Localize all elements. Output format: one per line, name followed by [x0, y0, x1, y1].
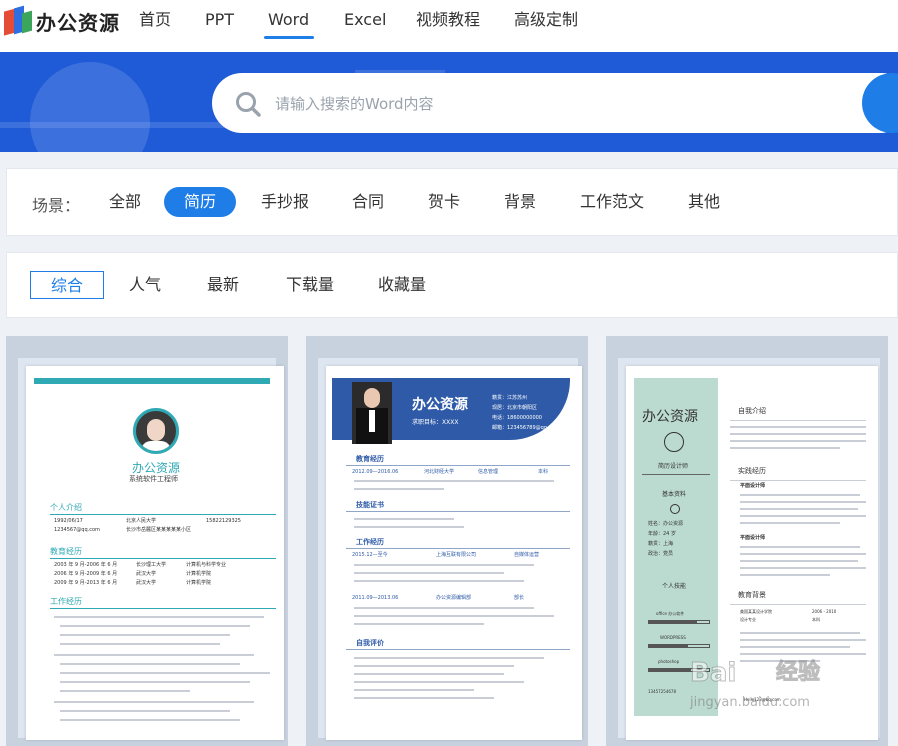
info-item: 1992/06/17 [54, 518, 83, 524]
resume-name: 办公资源 [642, 409, 698, 425]
section-title: 技能证书 [356, 501, 384, 509]
work-role: 部长 [514, 595, 525, 601]
scene-background[interactable]: 背景 [496, 187, 544, 217]
sort-downloads[interactable]: 下载量 [280, 271, 340, 299]
work-period: 2011.09—2013.06 [352, 595, 399, 601]
search-input[interactable] [275, 91, 835, 117]
avatar [133, 408, 179, 454]
section-title: 自我评价 [356, 639, 384, 647]
experience-title: 平面设计师 [740, 535, 766, 541]
edu-period: 2003 年 9 月-2006 年 6 月 [54, 562, 118, 568]
resume-preview: 办公资源 求职目标：XXXX 籍贯：江苏苏州 现居：北京市朝阳区 电话：1860… [326, 366, 582, 740]
job-goal: 求职目标：XXXX [412, 419, 459, 426]
basic-info: 政治：党员 [648, 551, 674, 557]
resume-name: 办公资源 [412, 397, 468, 413]
edu-school: 武汉大学 [136, 580, 157, 586]
section-title: 自我介绍 [738, 407, 766, 415]
scene-label: 场景： [32, 196, 81, 215]
edu-major: 计算机学院 [186, 580, 212, 586]
edu-period: 2012.09—2016.06 [352, 469, 399, 475]
section-title: 工作经历 [356, 538, 384, 546]
section-title: 个人介绍 [50, 503, 82, 512]
scene-all[interactable]: 全部 [100, 187, 150, 217]
scene-resume[interactable]: 简历 [164, 187, 236, 217]
edu-period: 2006 - 2010 [812, 609, 837, 614]
template-card[interactable]: 办公资源 系统软件工程师 个人介绍 1992/06/17 1234567@qq.… [6, 336, 288, 746]
nav-ppt[interactable]: PPT [205, 8, 234, 32]
sort-newest[interactable]: 最新 [202, 271, 244, 299]
monogram-icon [664, 432, 684, 452]
section-title: 工作经历 [50, 597, 82, 606]
skill-label: WORDPRESS [660, 635, 686, 640]
section-title: 教育经历 [356, 455, 384, 463]
edu-major: 计算机学院 [186, 571, 212, 577]
basic-info: 姓名：办公资源 [648, 521, 684, 527]
scene-handwritten-paper[interactable]: 手抄报 [254, 187, 316, 217]
watermark-text: Bai [689, 658, 737, 688]
basic-info: 籍贯：上海 [648, 541, 674, 547]
phone: 13457254678 [648, 689, 676, 694]
edu-school: 长沙理工大学 [136, 562, 167, 568]
sort-favorites[interactable]: 收藏量 [372, 271, 432, 299]
photo [352, 382, 392, 444]
nav-home[interactable]: 首页 [139, 8, 171, 32]
experience-title: 平面设计师 [740, 483, 766, 489]
work-company: 上海互联有限公司 [436, 552, 477, 558]
edu-degree: 本科 [812, 617, 820, 622]
nav-video-tutorials[interactable]: 视频教程 [416, 8, 480, 32]
section-title: 个人技能 [662, 583, 687, 590]
contact-item: 邮箱：123456789@qq.com [492, 425, 560, 431]
resume-preview: 办公资源 系统软件工程师 个人介绍 1992/06/17 1234567@qq.… [26, 366, 284, 740]
logo-text: 办公资源 [36, 10, 120, 35]
sort-overall[interactable]: 综合 [30, 271, 104, 299]
contact-item: 现居：北京市朝阳区 [492, 405, 538, 411]
edu-school: 武汉大学 [136, 571, 157, 577]
work-period: 2015.12—至今 [352, 552, 388, 558]
scene-other[interactable]: 其他 [680, 187, 728, 217]
header-bar [34, 378, 270, 384]
scene-greeting-card[interactable]: 贺卡 [420, 187, 468, 217]
site-logo[interactable]: 办公资源 [4, 4, 120, 38]
edu-school: 美国某某设计学院 [740, 609, 772, 614]
watermark-url: jingyan.baidu.com [690, 695, 810, 710]
info-item: 北京人民大学 [126, 518, 157, 524]
basic-info: 年龄：24 岁 [648, 531, 676, 537]
scene-contract[interactable]: 合同 [344, 187, 392, 217]
section-title: 教育经历 [50, 547, 82, 556]
resume-title: 简历设计师 [658, 463, 689, 470]
scene-work-template[interactable]: 工作范文 [572, 187, 652, 217]
edu-period: 2009 年 9 月-2013 年 6 月 [54, 580, 118, 586]
contact-item: 电话：18600000000 [492, 415, 542, 421]
work-company: 办公资源编辑部 [436, 595, 472, 601]
sort-popularity[interactable]: 人气 [124, 271, 166, 299]
nav-excel[interactable]: Excel [344, 8, 386, 32]
resume-subtitle: 系统软件工程师 [129, 475, 178, 483]
edu-school: 河北财经大学 [424, 469, 455, 475]
nav-custom[interactable]: 高级定制 [514, 8, 578, 32]
template-card[interactable]: 办公资源 求职目标：XXXX 籍贯：江苏苏州 现居：北京市朝阳区 电话：1860… [306, 336, 588, 746]
info-item: 15822129325 [206, 518, 241, 524]
logo-icon [4, 4, 34, 38]
resume-name: 办公资源 [132, 461, 181, 475]
edu-period: 2006 年 9 月-2009 年 6 月 [54, 571, 118, 577]
search-icon[interactable] [234, 90, 262, 118]
skill-label: office 办公软件 [656, 611, 685, 616]
nav-word[interactable]: Word [268, 8, 309, 32]
nav-active-indicator [264, 36, 314, 39]
info-item: 1234567@qq.com [54, 527, 100, 533]
watermark-text: 经验 [775, 660, 821, 685]
skill-label: photoshop [658, 659, 680, 664]
info-item: 长沙市岳麓区某某某某某小区 [126, 527, 192, 533]
work-role: 自媒体运营 [514, 552, 540, 558]
contact-item: 籍贯：江苏苏州 [492, 395, 528, 401]
edu-major: 设计专业 [740, 617, 756, 622]
edu-degree: 本科 [538, 469, 549, 475]
section-title: 基本资料 [662, 491, 687, 498]
edu-major: 计算机与科学专业 [186, 562, 227, 568]
baidu-watermark: Bai 经验 jingyan.baidu.com [689, 656, 850, 720]
section-title: 教育背景 [738, 591, 766, 599]
edu-major: 信息管理 [478, 469, 499, 475]
section-title: 实践经历 [738, 467, 766, 475]
